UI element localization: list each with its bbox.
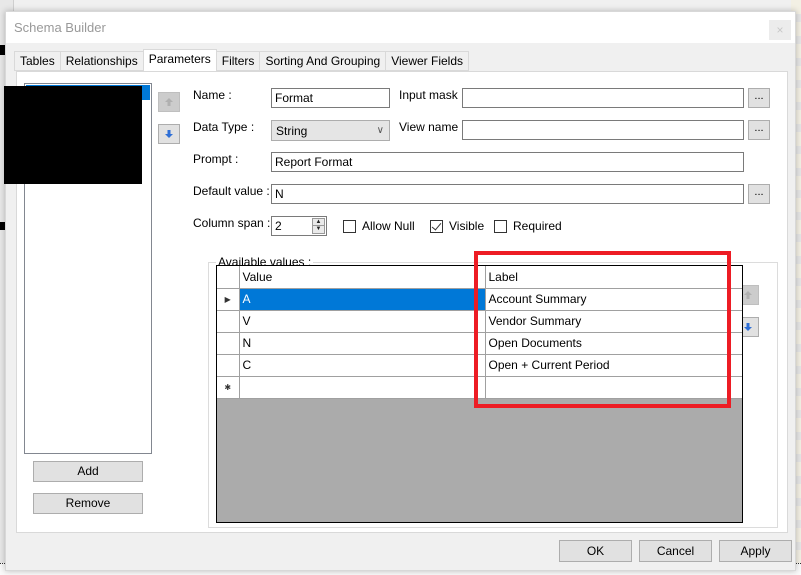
ok-button[interactable]: OK — [559, 540, 632, 562]
column-header-label[interactable]: Label — [484, 266, 742, 289]
chevron-down-icon: ∨ — [376, 125, 384, 136]
row-header[interactable] — [217, 309, 240, 333]
checkmark-icon[interactable] — [430, 219, 443, 233]
data-type-value: String — [276, 124, 308, 138]
name-label: Name : — [193, 88, 232, 102]
tab-viewer-fields[interactable]: Viewer Fields — [386, 51, 469, 71]
column-span-label: Column span : — [193, 216, 271, 230]
tab-filters[interactable]: Filters — [216, 51, 261, 71]
view-name-input[interactable] — [462, 120, 744, 140]
remove-parameter-button[interactable]: Remove — [33, 493, 143, 514]
required-label: Required — [513, 219, 562, 233]
value-cell[interactable]: N — [238, 331, 486, 355]
arrow-down-icon — [744, 323, 752, 331]
title-bar: Schema Builder × — [6, 12, 795, 43]
input-mask-input[interactable] — [462, 88, 744, 108]
default-value-input[interactable]: N — [271, 184, 744, 204]
schema-builder-dialog: Schema Builder × Tables Relationships Pa… — [4, 11, 796, 571]
default-value-browse-button[interactable]: ... — [748, 184, 770, 204]
row-header-corner — [217, 266, 240, 289]
current-row-icon[interactable]: ▶ — [217, 287, 240, 311]
arrow-up-icon — [744, 291, 752, 299]
add-parameter-button[interactable]: Add — [33, 461, 143, 482]
data-type-label: Data Type : — [193, 120, 255, 134]
checkbox-box[interactable] — [494, 219, 507, 233]
stepper-up-icon[interactable]: ▲ — [313, 219, 324, 226]
value-cell[interactable]: C — [238, 353, 486, 377]
table-row[interactable]: C Open + Current Period — [217, 353, 742, 377]
value-cell[interactable]: V — [238, 309, 486, 333]
redacted-region — [4, 86, 142, 184]
move-parameter-up-button[interactable] — [158, 92, 180, 112]
stepper-buttons[interactable]: ▲ ▼ — [312, 218, 325, 234]
values-table: Value Label ▶ A Account Summary V Vendor… — [217, 266, 742, 399]
cancel-button[interactable]: Cancel — [639, 540, 712, 562]
allow-null-label: Allow Null — [362, 219, 415, 233]
available-values-grid[interactable]: Value Label ▶ A Account Summary V Vendor… — [216, 265, 743, 523]
visible-checkbox[interactable]: Visible — [430, 219, 484, 233]
label-cell[interactable]: Vendor Summary — [484, 309, 742, 333]
input-mask-label: Input mask : — [399, 88, 465, 102]
tab-relationships[interactable]: Relationships — [60, 51, 144, 71]
stepper-down-icon[interactable]: ▼ — [313, 226, 324, 233]
apply-button[interactable]: Apply — [719, 540, 792, 562]
arrow-up-icon — [165, 98, 173, 106]
column-header-value[interactable]: Value — [238, 266, 486, 289]
window-title: Schema Builder — [14, 20, 106, 35]
allow-null-checkbox[interactable]: Allow Null — [343, 219, 415, 233]
view-name-label: View name : — [399, 120, 465, 134]
tab-sorting-and-grouping[interactable]: Sorting And Grouping — [260, 51, 387, 71]
view-name-browse-button[interactable]: ... — [748, 120, 770, 140]
label-cell[interactable]: Open + Current Period — [484, 353, 742, 377]
required-checkbox[interactable]: Required — [494, 219, 562, 233]
new-row[interactable]: ✱ — [217, 375, 742, 399]
checkbox-box[interactable] — [343, 219, 356, 233]
default-value-label: Default value : — [193, 184, 270, 198]
visible-label: Visible — [449, 219, 485, 233]
prompt-label: Prompt : — [193, 152, 239, 166]
label-cell[interactable]: Open Documents — [484, 331, 742, 355]
arrow-down-icon — [165, 130, 173, 138]
label-cell[interactable]: Account Summary — [484, 287, 742, 311]
table-row[interactable]: N Open Documents — [217, 331, 742, 355]
grid-header-row: Value Label — [217, 266, 742, 289]
new-label-cell[interactable] — [484, 375, 742, 399]
name-input[interactable]: Format — [271, 88, 390, 108]
new-row-icon[interactable]: ✱ — [217, 375, 240, 399]
move-parameter-down-button[interactable] — [158, 124, 180, 144]
table-row[interactable]: ▶ A Account Summary — [217, 287, 742, 311]
close-icon[interactable]: × — [769, 20, 791, 40]
row-header[interactable] — [217, 331, 240, 355]
new-value-cell[interactable] — [238, 375, 486, 399]
input-mask-browse-button[interactable]: ... — [748, 88, 770, 108]
column-span-stepper[interactable]: 2 ▲ ▼ — [271, 216, 327, 236]
tab-parameters[interactable]: Parameters — [142, 49, 217, 71]
table-row[interactable]: V Vendor Summary — [217, 309, 742, 333]
prompt-input[interactable]: Report Format — [271, 152, 744, 172]
value-cell[interactable]: A — [238, 287, 486, 311]
row-header[interactable] — [217, 353, 240, 377]
tab-strip: Tables Relationships Parameters Filters … — [14, 49, 469, 71]
data-type-select[interactable]: String ∨ — [271, 120, 390, 141]
tab-tables[interactable]: Tables — [14, 51, 61, 71]
column-span-value: 2 — [275, 219, 282, 233]
